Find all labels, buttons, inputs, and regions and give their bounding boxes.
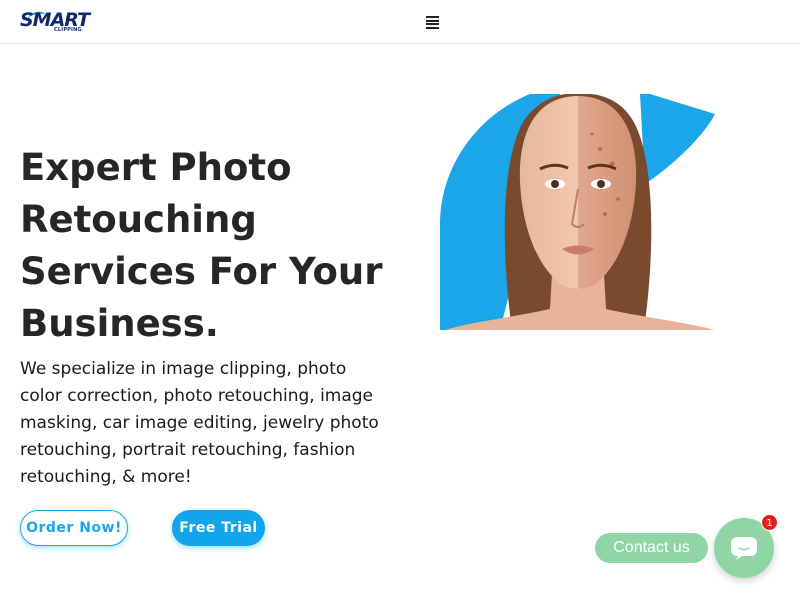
hamburger-menu-icon[interactable] <box>426 16 442 30</box>
hero-description: We specialize in image clipping, photo c… <box>20 359 379 487</box>
smart-clipping-logo[interactable]: SMART CLIPPING <box>20 9 90 35</box>
before-after-face-image <box>440 94 715 330</box>
chat-bubble-icon <box>731 537 757 560</box>
order-now-button[interactable]: Order Now! <box>20 510 128 546</box>
site-header: SMART CLIPPING <box>0 0 800 44</box>
contact-us-label[interactable]: Contact us <box>595 533 708 563</box>
free-trial-button[interactable]: Free Trial <box>172 510 265 546</box>
notification-badge: 1 <box>761 514 778 531</box>
face-retouch-illustration <box>440 94 715 330</box>
logo-subtext: CLIPPING <box>54 27 82 33</box>
hero-title: Expert Photo Retouching Services For You… <box>20 146 383 345</box>
